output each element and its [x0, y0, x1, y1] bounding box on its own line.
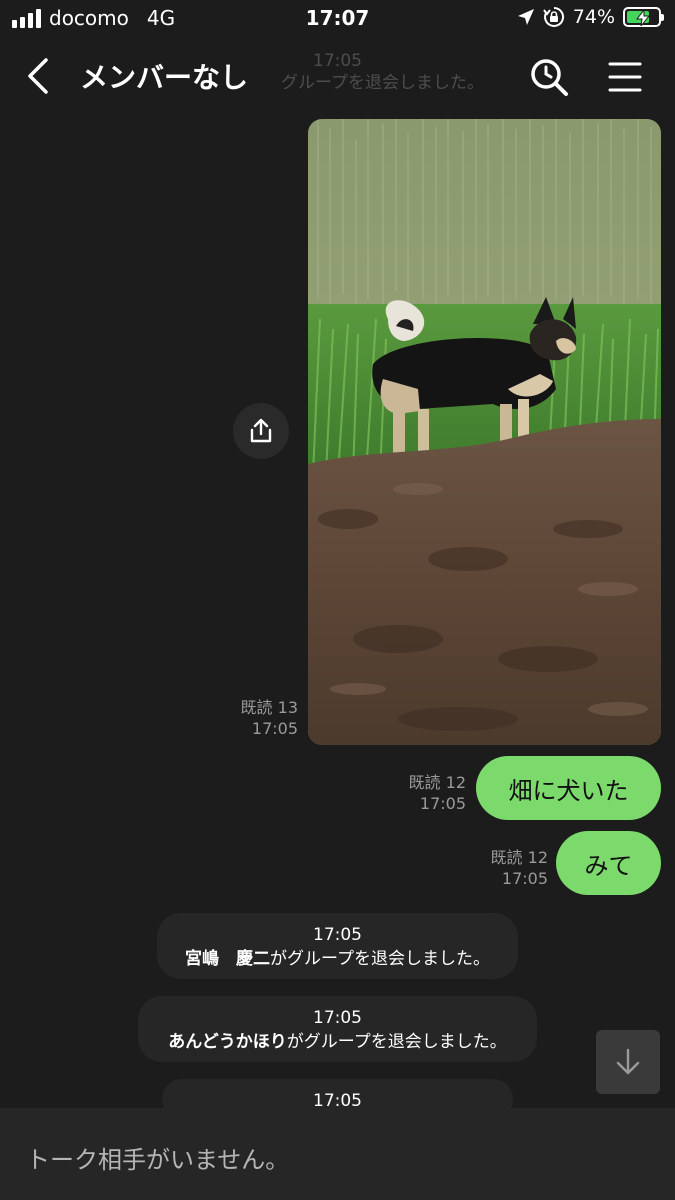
- system-message-text: がグループを退会しました。: [286, 1032, 507, 1052]
- message-meta: 既読 12 17:05: [448, 847, 548, 889]
- read-receipt: 既読 12: [490, 848, 548, 867]
- bubble-text: 畑に犬いた: [508, 776, 629, 805]
- chat-bubble[interactable]: 畑に犬いた: [476, 756, 661, 820]
- chat-header: 17:05 グループを退会しました。 メンバーなし: [0, 38, 675, 114]
- system-message: 17:05 あんどうかほりがグループを退会しました。: [138, 996, 537, 1062]
- chat-title: メンバーなし: [80, 61, 249, 94]
- member-name: あんどうかほり: [168, 1032, 287, 1052]
- read-receipt: 既読 12: [408, 773, 466, 792]
- message-time: 17:05: [251, 719, 298, 738]
- chat-bubble[interactable]: みて: [556, 831, 661, 895]
- orientation-lock-icon: [542, 6, 564, 27]
- back-chevron-icon[interactable]: [22, 56, 58, 96]
- member-name: 宮嶋 慶二: [185, 949, 270, 969]
- system-message: 17:05 宮嶋 慶二がグループを退会しました。: [157, 913, 518, 979]
- status-bar: docomo 4G 17:07 74%: [0, 0, 675, 38]
- photo-message[interactable]: [308, 119, 661, 745]
- menu-icon[interactable]: [606, 60, 644, 94]
- battery-percent: 74%: [572, 6, 615, 28]
- system-message-text: がグループを退会しました。: [270, 949, 490, 969]
- share-icon: [250, 418, 272, 443]
- read-receipt: 既読 13: [240, 698, 298, 717]
- battery-charging-icon: [623, 7, 664, 27]
- message-meta: 既読 12 17:05: [366, 772, 466, 814]
- arrow-down-icon: [616, 1048, 640, 1075]
- scroll-to-bottom-button[interactable]: [596, 1030, 660, 1094]
- bubble-text: みて: [584, 851, 633, 880]
- search-icon[interactable]: [528, 56, 570, 98]
- message-meta: 既読 13 17:05: [200, 697, 298, 739]
- share-button[interactable]: [233, 403, 289, 459]
- no-members-notice: トーク相手がいません。: [26, 1146, 290, 1174]
- system-message-time: 17:05: [313, 925, 362, 945]
- system-message-time: 17:05: [313, 1008, 362, 1028]
- message-time: 17:05: [501, 869, 548, 888]
- location-arrow-icon: [517, 9, 534, 25]
- message-time: 17:05: [419, 794, 466, 813]
- status-right: 74%: [517, 6, 664, 28]
- message-input-bar: トーク相手がいません。: [0, 1108, 675, 1200]
